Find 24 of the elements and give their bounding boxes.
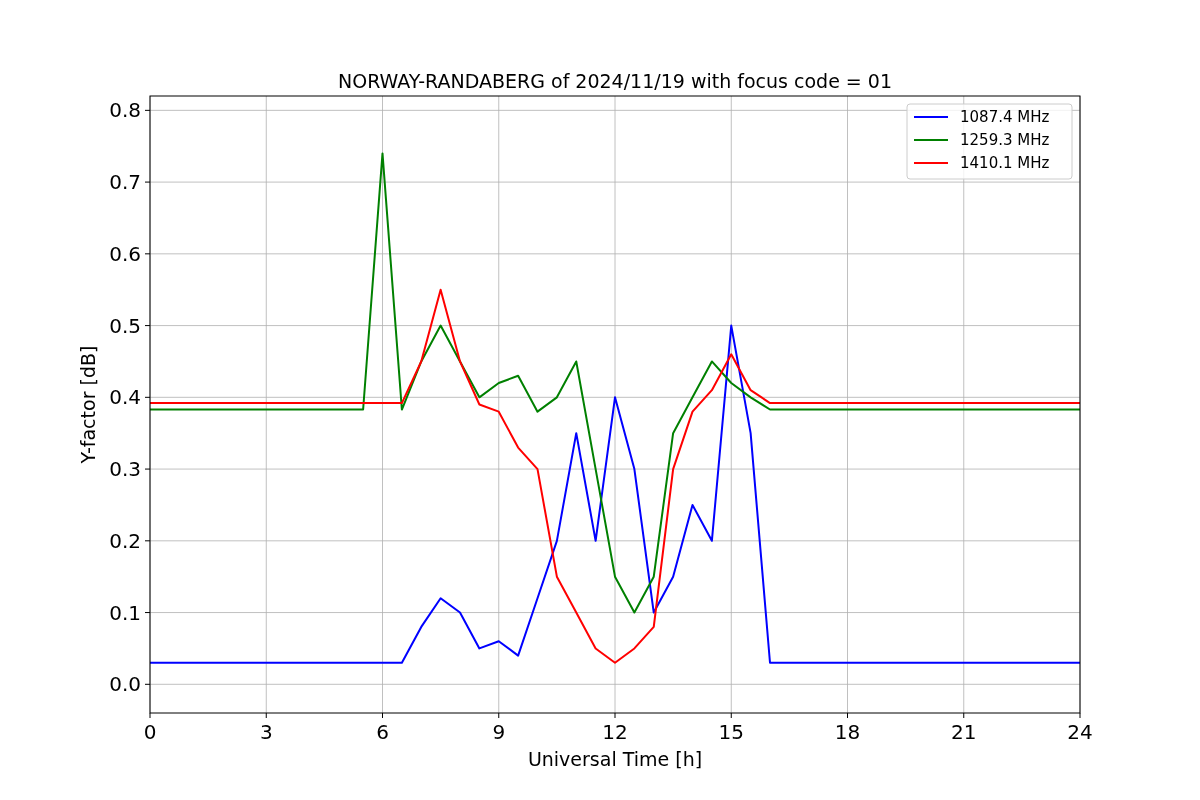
axis-title: Y-factor [dB]: [77, 345, 99, 464]
tick-label: 0: [143, 720, 157, 744]
tick-label: 18: [834, 720, 861, 744]
tick-label: 0.1: [109, 600, 141, 625]
tick-label: 0.0: [109, 672, 141, 697]
tick-label: 6: [376, 720, 389, 744]
tick-label: 12: [602, 720, 628, 744]
tick-label: 0.6: [109, 241, 141, 266]
tick-label: 0.5: [109, 313, 141, 338]
axis-title: Universal Time [h]: [527, 748, 703, 770]
tick-label: 0.3: [109, 457, 141, 482]
tick-label: 15: [718, 720, 744, 744]
tick-label: 0.2: [109, 528, 141, 553]
tick-label: 3: [259, 720, 273, 744]
tick-label: 0.4: [109, 385, 141, 410]
tick-label: 0.8: [109, 98, 141, 123]
tick-label: 21: [951, 720, 977, 744]
legend-label: 1087.4 MHz: [960, 108, 1050, 126]
legend-label: 1259.3 MHz: [960, 131, 1050, 149]
tick-label: 9: [492, 720, 506, 744]
tick-label: 24: [1067, 720, 1093, 744]
tick-label: 0.7: [109, 170, 141, 195]
legend-label: 1410.1 MHz: [960, 154, 1050, 172]
chart-title: NORWAY-RANDABERG of 2024/11/19 with focus code = 01: [338, 70, 892, 92]
